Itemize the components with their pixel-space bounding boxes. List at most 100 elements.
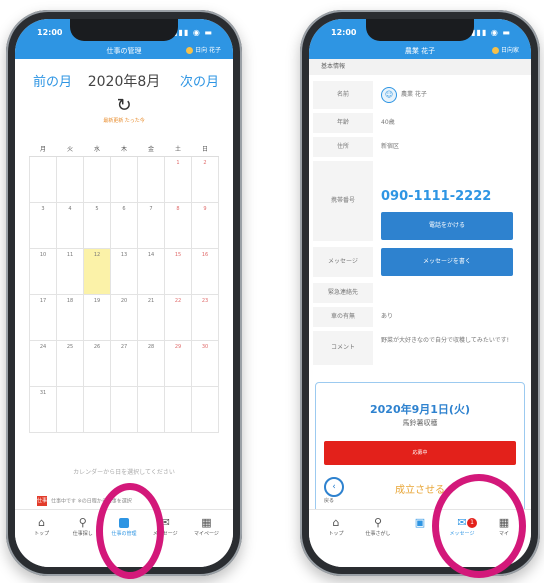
reload-label: 最新更新 たった今 <box>103 118 145 124</box>
weekday-header: 金 <box>137 140 165 157</box>
calendar-day[interactable]: 17 <box>29 294 57 341</box>
calendar-day[interactable]: 26 <box>83 340 111 387</box>
calendar-day[interactable]: 18 <box>56 294 84 341</box>
user-name: 日向家 <box>500 47 519 54</box>
user-avatar-icon <box>186 47 194 54</box>
calendar-day[interactable]: 27 <box>110 340 138 387</box>
calendar-day[interactable]: 23 <box>191 294 219 341</box>
tab-search[interactable]: ⚲ 仕事さがし <box>357 516 399 567</box>
row-value: あり <box>381 313 394 320</box>
row-car: 車の有無 あり <box>309 307 531 327</box>
calendar-day[interactable]: 16 <box>191 248 219 295</box>
calendar-day <box>56 156 84 203</box>
calendar-day[interactable]: 5 <box>83 202 111 249</box>
tab-mypage[interactable]: ▦ マイページ <box>186 516 227 567</box>
row-key: 名前 <box>313 81 373 109</box>
back-label: 戻る <box>324 498 335 504</box>
reload-icon[interactable]: ↻ <box>15 97 233 115</box>
calendar-day[interactable]: 28 <box>137 340 165 387</box>
calendar-day[interactable]: 13 <box>110 248 138 295</box>
row-value: 新宿区 <box>381 143 400 150</box>
home-icon: ⌂ <box>332 516 340 529</box>
signal-icon: ▮▮▮ ◉ ▬ <box>173 28 213 37</box>
calendar-day[interactable]: 6 <box>110 202 138 249</box>
calendar-day[interactable]: 3 <box>29 202 57 249</box>
calendar-day <box>29 156 57 203</box>
select-date-hint: カレンダーから日を選択してください <box>73 469 175 476</box>
calendar-week: 10 11 12 13 14 15 16 <box>29 248 219 295</box>
calendar-day[interactable]: 22 <box>164 294 192 341</box>
calendar-day[interactable]: 24 <box>29 340 57 387</box>
profile-avatar-icon: ☺ <box>381 86 397 103</box>
user-name: 日向 花子 <box>195 47 221 54</box>
tab-label: 仕事さがし <box>365 531 391 537</box>
calendar-day <box>110 386 138 433</box>
calendar-day[interactable]: 8 <box>164 202 192 249</box>
calendar-day[interactable]: 7 <box>137 202 165 249</box>
reload-control[interactable]: ↻ 最新更新 たった今 <box>15 97 233 125</box>
status-button[interactable]: 応募中 <box>324 441 516 465</box>
calendar-day[interactable]: 20 <box>110 294 138 341</box>
calendar-day[interactable]: 25 <box>56 340 84 387</box>
row-value: ☺ 農業 花子 <box>381 81 427 109</box>
highlight-circle <box>96 483 164 579</box>
call-button[interactable]: 電話をかける <box>381 212 513 240</box>
calendar-day[interactable]: 4 <box>56 202 84 249</box>
tab-top[interactable]: ⌂ トップ <box>21 516 62 567</box>
calendar-day[interactable]: 12 <box>83 248 111 295</box>
calendar-day <box>137 386 165 433</box>
calendar-day <box>137 156 165 203</box>
calendar-week: 3456789 <box>29 202 219 249</box>
calendar-day[interactable]: 11 <box>56 248 84 295</box>
calendar-grid: 月火水木金土日 1 2 3 4 5 6 7 8 9 10 11 12 13 14 15 16 17 18 19 20 2… <box>29 140 219 433</box>
weekday-header: 火 <box>56 140 84 157</box>
user-menu[interactable]: 日向家 <box>491 45 519 54</box>
phone-number[interactable]: 090-1111-2222 <box>381 189 491 204</box>
calendar-day[interactable]: 21 <box>137 294 165 341</box>
user-avatar-icon <box>491 47 499 54</box>
row-key: コメント <box>313 331 373 365</box>
row-age: 年齢 40歳 <box>309 113 531 133</box>
calendar-day[interactable]: 14 <box>137 248 165 295</box>
calendar-week: 24 25 26 27 28 29 30 <box>29 340 219 387</box>
calendar-week: 17 18 19 20 21 22 23 <box>29 294 219 341</box>
phone-notch <box>70 19 178 41</box>
row-key: 携帯番号 <box>313 161 373 241</box>
calendar-day <box>56 386 84 433</box>
row-key: 車の有無 <box>313 307 373 327</box>
row-comment: コメント 野菜が大好きなので自分で収穫してみたいです! <box>309 331 531 365</box>
calendar-day[interactable]: 15 <box>164 248 192 295</box>
row-emergency: 緊急連絡先 <box>309 283 531 303</box>
calendar-week: 12 <box>29 156 219 203</box>
calendar-week: 31 <box>29 386 219 433</box>
calendar-day[interactable]: 9 <box>191 202 219 249</box>
month-nav: 前の月 2020年8月 次の月 <box>15 63 233 93</box>
signal-icon: ▮▮▮ ◉ ▬ <box>471 28 511 37</box>
next-month-link[interactable]: 次の月 <box>180 71 219 90</box>
phone-notch <box>366 19 474 41</box>
calendar-day[interactable]: 19 <box>83 294 111 341</box>
row-key: 住所 <box>313 137 373 157</box>
write-message-button[interactable]: メッセージを書く <box>381 248 513 276</box>
building-icon: ▦ <box>201 516 212 529</box>
highlight-circle <box>432 474 526 578</box>
tab-label: マイページ <box>193 531 219 537</box>
tab-label: トップ <box>34 531 50 537</box>
calendar-day[interactable]: 30 <box>191 340 219 387</box>
calendar-day[interactable]: 10 <box>29 248 57 295</box>
row-key: 緊急連絡先 <box>313 283 373 303</box>
calendar-day[interactable]: 2 <box>191 156 219 203</box>
weekday-header: 日 <box>191 140 219 157</box>
calendar-day[interactable]: 1 <box>164 156 192 203</box>
calendar-day[interactable]: 29 <box>164 340 192 387</box>
tab-top[interactable]: ⌂ トップ <box>315 516 357 567</box>
job-date: 2020年9月1日(火) <box>370 403 470 416</box>
calendar-day <box>110 156 138 203</box>
legend-badge: 仕事 <box>37 496 48 506</box>
row-key: メッセージ <box>313 247 373 277</box>
user-menu[interactable]: 日向 花子 <box>186 45 221 54</box>
name-value: 農業 花子 <box>401 91 427 98</box>
calendar-day[interactable]: 31 <box>29 386 57 433</box>
section-title: 基本情報 <box>309 59 531 75</box>
row-name: 名前 ☺ 農業 花子 <box>309 81 531 109</box>
